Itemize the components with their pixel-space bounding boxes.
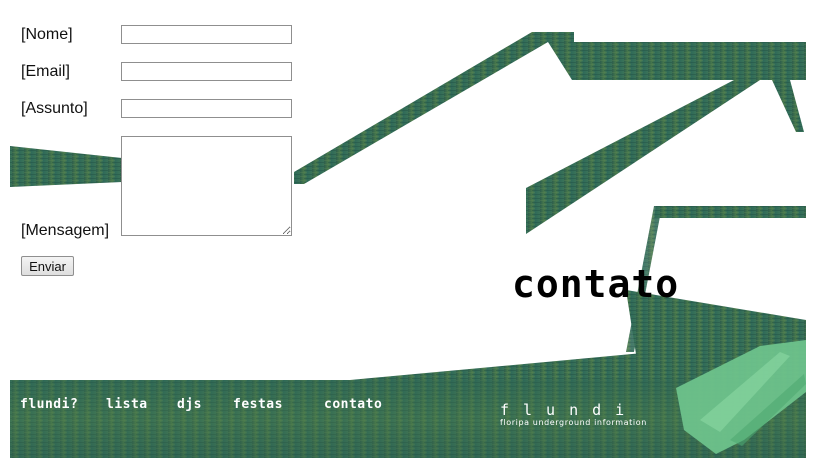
contact-form: [Nome] [Email] [Assunto] [Mensagem] Envi… xyxy=(0,0,320,300)
submit-button[interactable]: Enviar xyxy=(21,256,74,276)
nav-item-contato[interactable]: contato xyxy=(324,397,382,412)
email-label: [Email] xyxy=(21,63,70,80)
email-field[interactable] xyxy=(121,62,292,81)
message-textarea[interactable] xyxy=(121,136,292,236)
nav-item-festas[interactable]: festas xyxy=(233,397,283,412)
brand-tagline: floripa underground information xyxy=(500,418,647,427)
subject-label: [Assunto] xyxy=(21,100,88,117)
subject-field[interactable] xyxy=(121,99,292,118)
name-label: [Nome] xyxy=(21,26,73,43)
nav-item-lista[interactable]: lista xyxy=(106,397,148,412)
name-field[interactable] xyxy=(121,25,292,44)
nav-item-flundi[interactable]: flundi? xyxy=(20,397,78,412)
brand-name: flundi xyxy=(500,401,639,419)
nav-item-djs[interactable]: djs xyxy=(177,397,202,412)
brand-logo: flundi floripa underground information xyxy=(500,402,680,428)
footer-nav: flundi? lista djs festas contato xyxy=(0,397,420,421)
message-label: [Mensagem] xyxy=(21,222,110,239)
page-title: contato xyxy=(512,262,680,306)
